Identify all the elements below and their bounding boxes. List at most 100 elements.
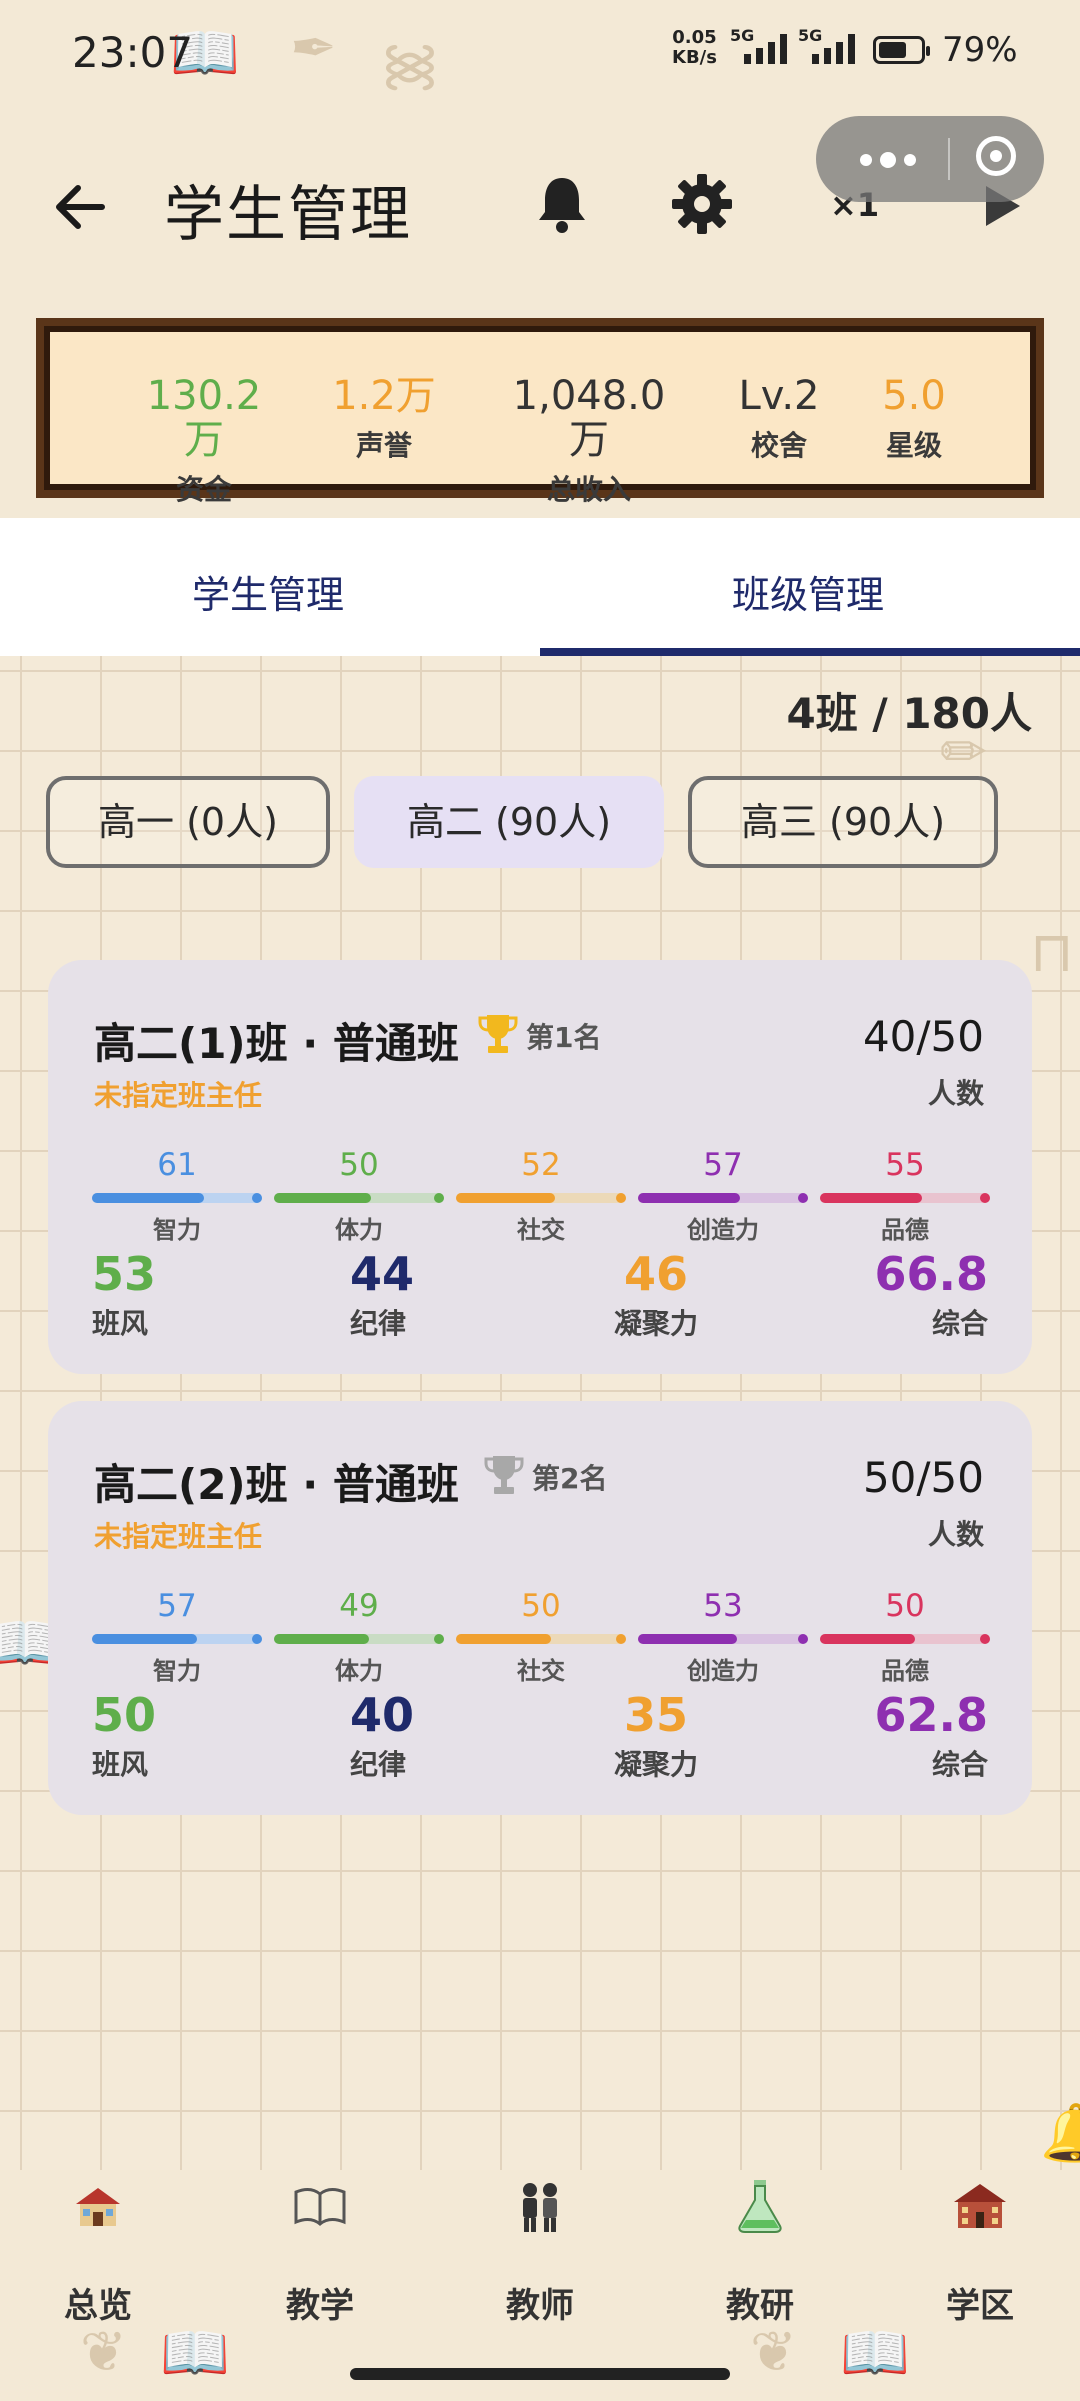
- attribute-label: 体力: [335, 1216, 383, 1244]
- attribute-fill: [92, 1193, 204, 1203]
- student-count: 40/50: [862, 1012, 984, 1061]
- class-card[interactable]: 高二(1)班 · 普通班 第1名 40/50 人数 未指定班主任 61 智力 50 体…: [48, 960, 1032, 1374]
- resource-value: 1,048.0万: [512, 373, 666, 463]
- tab-student-management[interactable]: 学生管理: [192, 564, 344, 619]
- attribute-track: [638, 1193, 808, 1203]
- attribute-value: 61: [157, 1147, 197, 1183]
- attribute-value: 50: [339, 1147, 379, 1183]
- head-teacher-status: 未指定班主任: [94, 1079, 263, 1112]
- attribute-fill: [274, 1193, 371, 1203]
- attribute-label: 智力: [153, 1657, 201, 1685]
- student-count-label: 人数: [927, 1077, 984, 1110]
- nav-overview[interactable]: 总览: [38, 2176, 158, 2327]
- nav-label: 总览: [64, 2286, 132, 2326]
- attribute-fill: [274, 1634, 369, 1644]
- attribute-label: 创造力: [687, 1657, 759, 1685]
- stat-label: 凝聚力: [613, 1748, 698, 1781]
- trophy-silver-icon: [484, 1456, 524, 1494]
- class-card[interactable]: 高二(2)班 · 普通班 第2名 50/50 人数 未指定班主任 57 智力 49 体…: [48, 1401, 1032, 1815]
- miniprogram-capsule[interactable]: [816, 116, 1044, 202]
- book-doodle-icon-3: 📖: [160, 2321, 230, 2386]
- status-time: 23:07: [72, 28, 194, 77]
- attribute-track: [92, 1634, 262, 1644]
- stat-overall: 62.8 综合: [875, 1689, 989, 1783]
- resource-value: 130.2万: [146, 373, 262, 463]
- resource-value: Lv.2: [738, 373, 820, 419]
- resource-value: 1.2万: [332, 373, 436, 419]
- class-rank: 第2名: [532, 1462, 608, 1495]
- stat-label: 凝聚力: [613, 1307, 698, 1340]
- class-name: 高二(1)班 · 普通班: [94, 1019, 459, 1068]
- resource-panel: 130.2万 资金 1.2万 声誉 1,048.0万 总收入 Lv.2 校舍 5…: [36, 318, 1044, 506]
- back-arrow-icon[interactable]: [52, 172, 108, 242]
- bell-icon[interactable]: [530, 172, 594, 236]
- resource-label: 声誉: [355, 429, 412, 462]
- nav-research[interactable]: 教研: [700, 2176, 820, 2327]
- stat-label: 纪律: [350, 1307, 407, 1340]
- class-name: 高二(2)班 · 普通班: [94, 1460, 459, 1509]
- nav-label: 教研: [726, 2286, 794, 2326]
- home-indicator[interactable]: [350, 2368, 730, 2380]
- status-bar: 23:07 0.05 KB/s 5G 5G 79%: [0, 0, 1080, 100]
- attribute-end-dot: [798, 1193, 808, 1203]
- attribute-fill: [92, 1634, 197, 1644]
- attribute-label: 品德: [881, 1216, 929, 1244]
- school-icon: [76, 2188, 120, 2226]
- attribute-end-dot: [252, 1193, 262, 1203]
- attribute-fill: [456, 1634, 551, 1644]
- stat-overall: 66.8 综合: [875, 1248, 989, 1342]
- attribute-value: 55: [885, 1147, 925, 1183]
- page-title: 学生管理: [164, 180, 412, 250]
- attribute-value: 57: [157, 1588, 197, 1624]
- trophy-gold-icon: [478, 1015, 518, 1053]
- nav-teaching[interactable]: 教学: [260, 2176, 380, 2327]
- attribute-end-dot: [434, 1634, 444, 1644]
- attribute-track: [638, 1634, 808, 1644]
- attribute-fill: [820, 1193, 922, 1203]
- attribute-track: [820, 1634, 990, 1644]
- nav-district[interactable]: 学区: [920, 2176, 1040, 2327]
- attribute-fill: [820, 1634, 915, 1644]
- attribute-value: 49: [339, 1588, 379, 1624]
- attribute-end-dot: [980, 1634, 990, 1644]
- signal-icon: [744, 34, 787, 64]
- resource-reputation: 1.2万 声誉: [324, 374, 444, 464]
- district-icon: [954, 2184, 1006, 2228]
- nav-label: 教师: [506, 2286, 574, 2326]
- flask-icon: [738, 2180, 782, 2233]
- attribute-end-dot: [798, 1634, 808, 1644]
- attribute-label: 智力: [153, 1216, 201, 1244]
- student-count-label: 人数: [927, 1518, 984, 1551]
- grade-filter-1[interactable]: 高一 (0人): [46, 776, 330, 868]
- close-target-icon[interactable]: [976, 136, 1016, 176]
- attribute-track: [456, 1634, 626, 1644]
- resource-label: 星级: [885, 429, 942, 462]
- nav-teachers[interactable]: 教师: [480, 2176, 600, 2327]
- net-speed-value: 0.05: [672, 27, 717, 48]
- class-rank: 第1名: [526, 1021, 602, 1054]
- stat-value: 62.8: [874, 1688, 989, 1742]
- attribute-track: [820, 1193, 990, 1203]
- net-speed: 0.05 KB/s: [672, 28, 717, 68]
- net-speed-unit: KB/s: [672, 47, 717, 68]
- battery-percent: 79%: [942, 30, 1018, 70]
- attribute-track: [274, 1634, 444, 1644]
- attribute-fill: [638, 1634, 737, 1644]
- more-dots-icon[interactable]: [860, 152, 916, 168]
- grade-filter-2[interactable]: 高二 (90人): [354, 776, 664, 868]
- attribute-label: 社交: [517, 1216, 565, 1244]
- resource-income: 1,048.0万 总收入: [494, 374, 684, 508]
- attribute-value: 57: [703, 1147, 743, 1183]
- attribute-value: 50: [521, 1588, 561, 1624]
- gear-icon[interactable]: [670, 172, 734, 236]
- leaf-doodle-icon-2: ❦: [750, 2320, 797, 2385]
- signal-icon-2: [812, 34, 855, 64]
- resource-label: 资金: [175, 473, 232, 506]
- attribute-value: 50: [885, 1588, 925, 1624]
- tab-active-underline: [540, 648, 1080, 656]
- tab-class-management[interactable]: 班级管理: [732, 564, 884, 619]
- stat-value: 40: [350, 1688, 415, 1742]
- stat-label: 班风: [92, 1307, 149, 1340]
- resource-stars: 5.0 星级: [864, 374, 964, 464]
- grade-filter-3[interactable]: 高三 (90人): [688, 776, 998, 868]
